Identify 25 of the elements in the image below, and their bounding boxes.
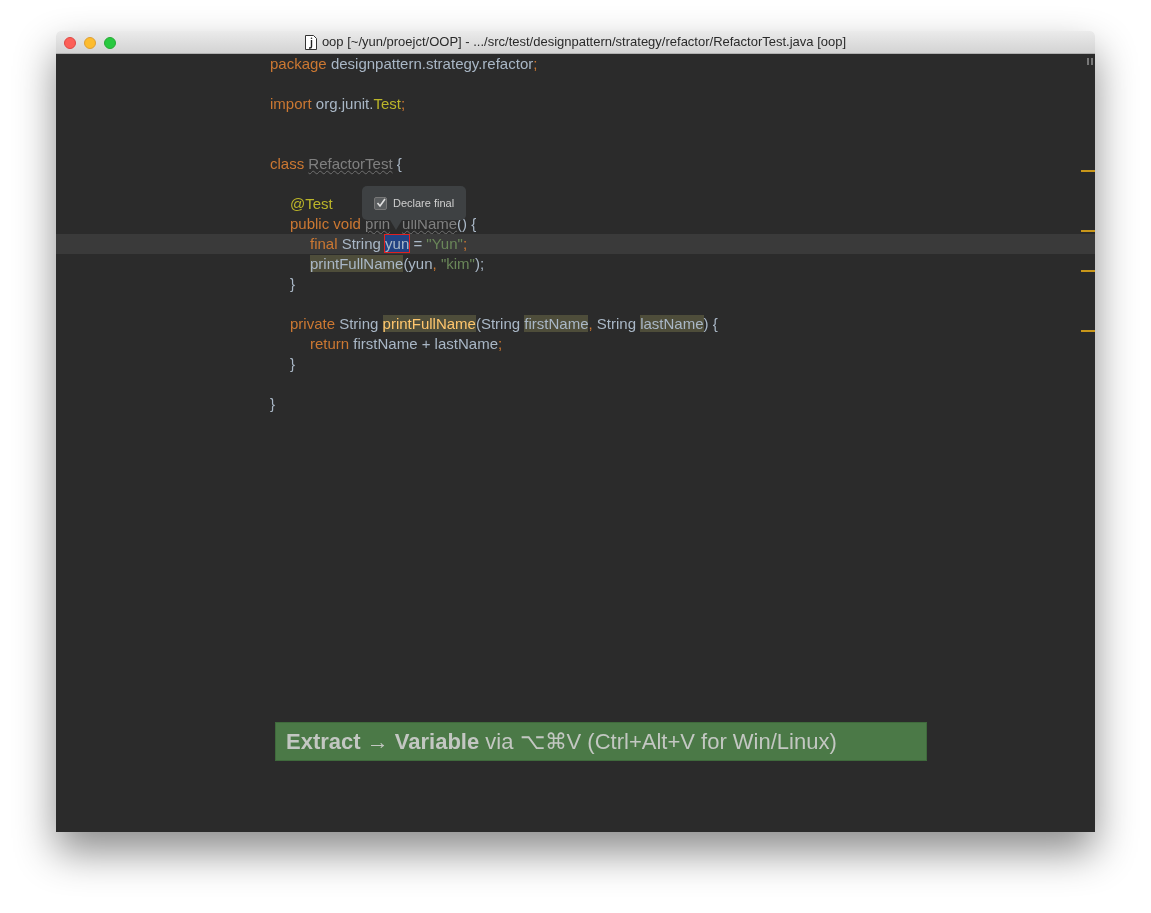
- code-line: class RefactorTest {: [270, 154, 402, 174]
- checkbox-label: Declare final: [393, 195, 455, 211]
- code-line: }: [290, 274, 295, 294]
- checkbox[interactable]: [374, 196, 387, 210]
- code-line: final String yun = "Yun";: [310, 234, 468, 254]
- code-line: private String printFullName(String firstName, String lastName) {: [290, 314, 718, 334]
- close-button[interactable]: [64, 37, 76, 49]
- code-line: @Test: [290, 194, 333, 214]
- warning-stripe-mark[interactable]: [1081, 230, 1095, 232]
- minimize-button[interactable]: [84, 37, 96, 49]
- code-line: }: [270, 394, 275, 414]
- warning-stripe-mark[interactable]: [1081, 330, 1095, 332]
- code-line: package designpattern.strategy.refactor;: [270, 54, 538, 74]
- zoom-button[interactable]: [104, 37, 116, 49]
- file-icon: [304, 34, 317, 50]
- tip-banner: Extract → Variable via ⌥⌘V (Ctrl+Alt+V for Win/Linux): [275, 722, 927, 761]
- code-line: }: [290, 354, 295, 374]
- code-line: printFullName(yun, "kim");: [310, 254, 485, 274]
- code-line: return firstName + lastName;: [310, 334, 503, 354]
- code-line: import org.junit.Test;: [270, 94, 406, 114]
- window-title: oop [~/yun/proejct/OOP] - .../src/test/designpattern/strategy/refactor/RefactorTest.java [oop]: [321, 33, 847, 52]
- pause-icon: [1087, 58, 1093, 65]
- code-line: public void prin: [290, 214, 391, 234]
- warning-stripe-mark[interactable]: [1081, 170, 1095, 172]
- warning-stripe-mark[interactable]: [1081, 270, 1095, 272]
